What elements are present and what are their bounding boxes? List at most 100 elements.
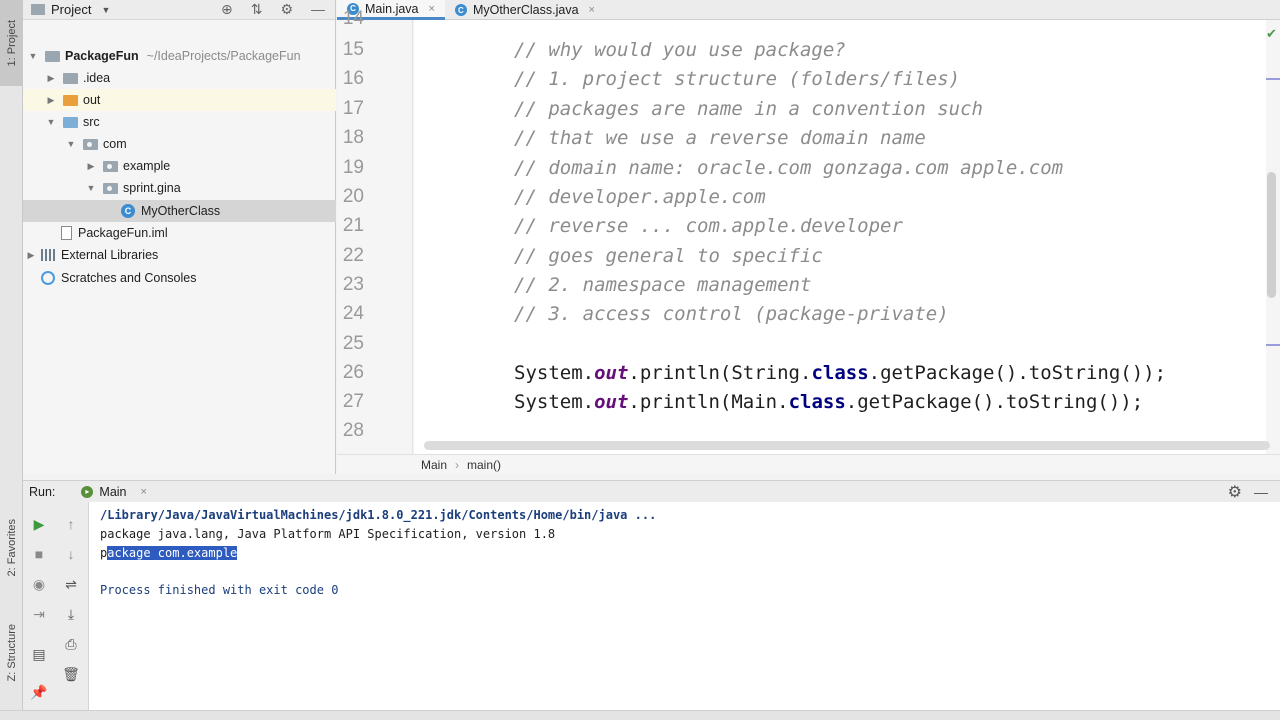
- expanded-arrow-icon[interactable]: ▼: [27, 51, 39, 61]
- close-icon[interactable]: ×: [589, 4, 595, 16]
- up-arrow-icon[interactable]: ↑: [61, 514, 81, 534]
- code-token-field: out: [594, 391, 629, 413]
- run-panel-header: Run: ▸ Main × ⚙ —: [23, 480, 1280, 502]
- code-line-17: // packages are name in a convention suc…: [514, 98, 983, 120]
- run-tab-main[interactable]: ▸ Main ×: [77, 485, 147, 499]
- rerun-icon[interactable]: ▶: [29, 514, 49, 534]
- breadcrumb-item-method[interactable]: main(): [467, 458, 501, 472]
- code-token: System.: [514, 391, 595, 413]
- gear-icon[interactable]: ⚙: [280, 1, 293, 18]
- run-config-icon: ▸: [81, 485, 94, 498]
- code-editor[interactable]: // why would you use package? // 1. proj…: [414, 20, 1266, 454]
- line-number: 21: [342, 215, 364, 236]
- locate-icon[interactable]: ⊕: [221, 1, 233, 18]
- line-number: 27: [342, 391, 364, 412]
- pin-icon[interactable]: 📌: [29, 682, 49, 702]
- line-number: 23: [342, 274, 364, 295]
- editor-vertical-scrollbar[interactable]: [1267, 172, 1276, 298]
- down-arrow-icon[interactable]: ↓: [61, 544, 81, 564]
- tree-item-sprint-gina[interactable]: ▼ sprint.gina: [23, 177, 336, 199]
- chevron-down-icon[interactable]: ▼: [101, 5, 110, 15]
- tree-item-label: PackageFun.iml: [78, 226, 168, 240]
- editor-horizontal-scrollbar[interactable]: [424, 441, 1270, 450]
- breadcrumb: Main › main(): [337, 454, 1280, 474]
- inspection-ok-icon[interactable]: ✔: [1266, 26, 1277, 42]
- breadcrumb-item-class[interactable]: Main: [421, 458, 447, 472]
- run-panel-label: Run:: [29, 484, 56, 499]
- code-line-21: // reverse ... com.apple.developer: [514, 215, 903, 237]
- code-line-27: System.out.println(Main.class.getPackage…: [514, 391, 1143, 413]
- editor-tab-bar: C Main.java × C MyOtherClass.java ×: [337, 0, 1280, 20]
- project-panel-title[interactable]: Project: [51, 2, 91, 17]
- minimize-icon[interactable]: —: [311, 1, 325, 18]
- left-tool-strip: 1: Project 2: Favorites Z: Structure: [0, 0, 23, 720]
- minimize-icon[interactable]: —: [1254, 484, 1268, 500]
- code-token: .println(Main.: [628, 391, 789, 413]
- structure-tool-tab[interactable]: Z: Structure: [0, 608, 23, 698]
- tree-item-myotherclass[interactable]: C MyOtherClass: [23, 200, 336, 222]
- tree-item-out[interactable]: ▶ out: [23, 89, 336, 111]
- run-toolbar: ▶ ↑ ■ ↓ ◉ ⇌ ⇥ ⤓ ⎙ ▤ 🗑 📌: [23, 502, 89, 710]
- line-number: 26: [342, 362, 364, 383]
- collapsed-arrow-icon[interactable]: ▶: [45, 95, 57, 106]
- scroll-marker[interactable]: [1266, 78, 1280, 80]
- expanded-arrow-icon[interactable]: ▼: [45, 117, 57, 127]
- breadcrumb-separator: ›: [455, 457, 460, 472]
- package-icon: [103, 182, 118, 194]
- scratches-icon: [41, 271, 55, 285]
- tree-item-label: out: [83, 93, 101, 107]
- stop-icon[interactable]: ■: [29, 544, 49, 564]
- collapsed-arrow-icon[interactable]: ▶: [25, 250, 37, 261]
- close-icon[interactable]: ×: [141, 486, 147, 498]
- camera-icon[interactable]: ◉: [29, 574, 49, 594]
- tree-item-scratches[interactable]: Scratches and Consoles: [23, 267, 336, 289]
- expanded-arrow-icon[interactable]: ▼: [65, 139, 77, 149]
- tree-item-packagefun[interactable]: ▼ PackageFun ~/IdeaProjects/PackageFun: [23, 45, 336, 67]
- layout-icon[interactable]: ▤: [29, 644, 49, 664]
- run-tab-label: Main: [99, 484, 127, 499]
- project-tool-tab-label: 1: Project: [5, 19, 18, 67]
- exit-icon[interactable]: ⇥: [29, 604, 49, 624]
- code-line-15: // why would you use package?: [514, 39, 846, 61]
- line-number: 18: [342, 127, 364, 148]
- project-folder-icon: [31, 4, 45, 15]
- status-bar: [0, 710, 1280, 720]
- line-number: 22: [342, 245, 364, 266]
- package-icon: [83, 138, 98, 150]
- code-line-26: System.out.println(String.class.getPacka…: [514, 362, 1166, 384]
- tree-item-external-libraries[interactable]: ▶ External Libraries: [23, 244, 336, 266]
- project-tool-tab[interactable]: 1: Project: [0, 0, 23, 86]
- tree-item-com[interactable]: ▼ com: [23, 133, 336, 155]
- line-number: 24: [342, 303, 364, 324]
- scroll-marker[interactable]: [1266, 344, 1280, 346]
- code-line-24: // 3. access control (package-private): [514, 303, 949, 325]
- console-command-line[interactable]: /Library/Java/JavaVirtualMachines/jdk1.8…: [100, 508, 656, 522]
- soft-wrap-icon[interactable]: ⇌: [61, 574, 81, 594]
- tree-item-idea[interactable]: ▶ .idea: [23, 67, 336, 89]
- code-token: .getPackage().toString());: [868, 362, 1167, 384]
- console-output[interactable]: /Library/Java/JavaVirtualMachines/jdk1.8…: [89, 502, 1280, 710]
- ide-window: 1: Project 2: Favorites Z: Structure Pro…: [0, 0, 1280, 720]
- iml-file-icon: [61, 226, 72, 240]
- line-number: 17: [342, 98, 364, 119]
- module-folder-icon: [45, 50, 60, 62]
- folder-icon: [63, 72, 78, 84]
- tree-item-iml[interactable]: PackageFun.iml: [23, 222, 336, 244]
- tree-item-example[interactable]: ▶ example: [23, 155, 336, 177]
- gear-icon[interactable]: ⚙: [1228, 482, 1242, 502]
- line-number-gutter: 14 15 16 17 18 19 20 21 22 23 24 25 26 2…: [337, 8, 413, 454]
- libraries-icon: [41, 249, 55, 261]
- expanded-arrow-icon[interactable]: ▼: [85, 183, 97, 193]
- tab-myotherclass-java[interactable]: C MyOtherClass.java ×: [445, 0, 605, 20]
- code-token-field: out: [594, 362, 629, 384]
- collapse-all-icon[interactable]: ⇅: [251, 1, 263, 18]
- scroll-to-end-icon[interactable]: ⤓: [61, 604, 81, 624]
- trash-icon[interactable]: 🗑: [61, 664, 81, 684]
- print-icon[interactable]: ⎙: [61, 634, 81, 654]
- line-number: 20: [342, 186, 364, 207]
- tree-item-src[interactable]: ▼ src: [23, 111, 336, 133]
- close-icon[interactable]: ×: [429, 3, 435, 15]
- favorites-tool-tab[interactable]: 2: Favorites: [0, 498, 23, 598]
- collapsed-arrow-icon[interactable]: ▶: [45, 73, 57, 84]
- collapsed-arrow-icon[interactable]: ▶: [85, 161, 97, 172]
